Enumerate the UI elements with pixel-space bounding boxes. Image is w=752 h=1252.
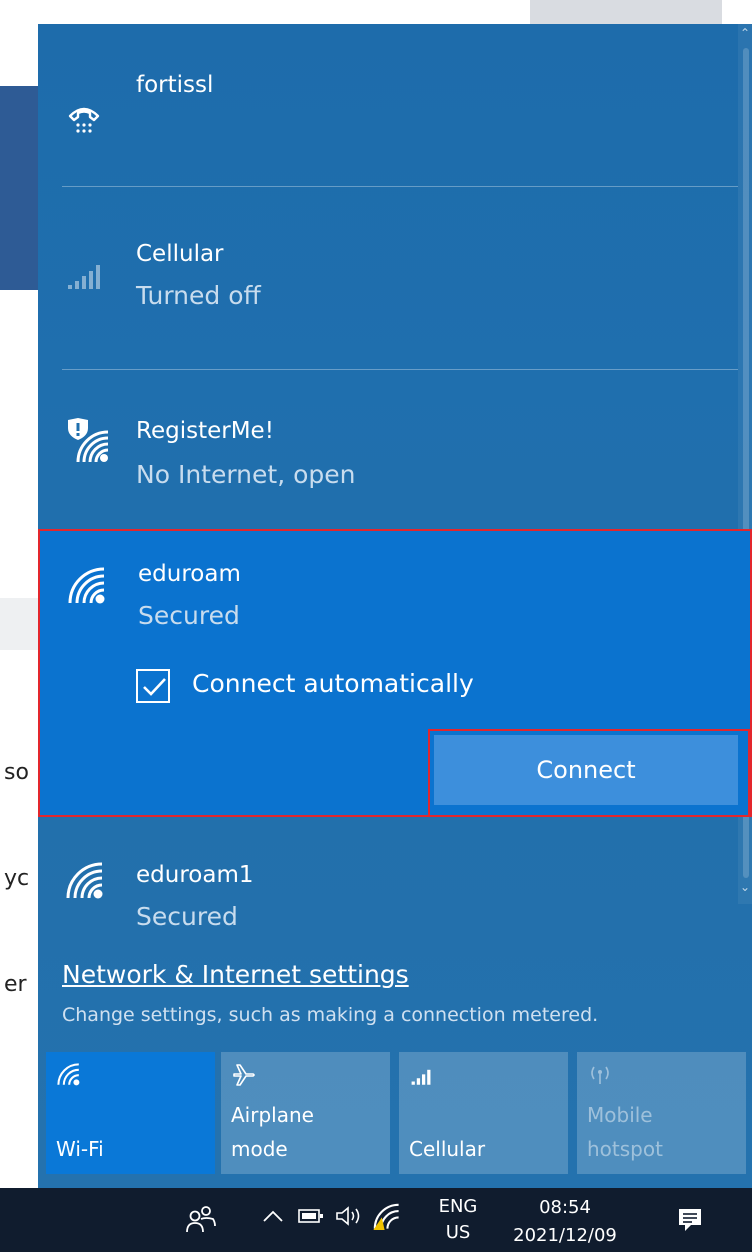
network-status: Secured (136, 902, 238, 931)
scroll-down-icon[interactable]: ⌄ (740, 880, 750, 894)
network-name: fortissl (136, 72, 214, 98)
network-status: No Internet, open (136, 460, 356, 489)
network-name: eduroam1 (136, 862, 254, 888)
network-name: eduroam (138, 561, 241, 587)
hotspot-icon (587, 1062, 613, 1093)
quick-action-label: Mobile hotspot (587, 1103, 663, 1161)
network-status-icon[interactable] (372, 1202, 400, 1234)
checkmark-icon (143, 678, 166, 696)
airplane-icon (231, 1062, 257, 1093)
clock-date: 2021/12/09 (513, 1225, 617, 1246)
wifi-icon (66, 565, 106, 605)
battery-icon[interactable] (298, 1208, 324, 1228)
connect-automatically-checkbox[interactable] (136, 669, 170, 703)
background-text-fragment: so (4, 760, 29, 785)
clock[interactable]: 08:54 2021/12/09 (500, 1194, 630, 1250)
region-label: US (445, 1222, 471, 1243)
background-window-header (530, 0, 722, 24)
quick-action-cellular[interactable]: Cellular (399, 1052, 568, 1174)
action-center-notification-icon[interactable] (676, 1206, 704, 1238)
connect-button[interactable]: Connect (434, 735, 738, 805)
background-window-banner (0, 86, 40, 290)
quick-action-label: Cellular (409, 1137, 486, 1161)
network-item-registerme[interactable]: RegisterMe! No Internet, open (38, 370, 738, 528)
network-internet-settings-link[interactable]: Network & Internet settings (62, 960, 409, 989)
quick-action-airplane-mode[interactable]: Airplane mode (221, 1052, 390, 1174)
wifi-shield-warning-icon (64, 418, 112, 466)
connect-automatically-label[interactable]: Connect automatically (192, 669, 474, 698)
show-hidden-icons-chevron-icon[interactable] (262, 1208, 284, 1227)
scroll-up-icon[interactable]: ⌃ (740, 26, 750, 40)
quick-actions: Wi-Fi Airplane mode Cellular Mobile hots… (46, 1052, 746, 1174)
network-item-fortissl[interactable]: fortissl (38, 24, 738, 186)
background-text-fragment: yc (4, 866, 30, 891)
quick-action-label: Wi-Fi (56, 1137, 104, 1161)
network-item-eduroam1[interactable]: eduroam1 Secured (38, 818, 738, 931)
quick-action-mobile-hotspot[interactable]: Mobile hotspot (577, 1052, 746, 1174)
taskbar: ENG US 08:54 2021/12/09 (0, 1188, 752, 1252)
cellular-signal-icon (64, 257, 104, 297)
network-item-cellular[interactable]: Cellular Turned off (38, 187, 738, 369)
volume-icon[interactable] (334, 1204, 364, 1232)
cellular-signal-icon (409, 1062, 435, 1093)
network-status: Secured (138, 601, 240, 630)
language-label: ENG (438, 1196, 478, 1217)
background-text-fragment: er (4, 972, 27, 997)
network-flyout: ⌃ ⌄ fortissl Cellular Turned off Registe… (38, 24, 752, 1188)
input-language-indicator[interactable]: ENG US (436, 1194, 480, 1246)
network-status: Turned off (136, 281, 261, 310)
wifi-icon (56, 1062, 80, 1091)
people-icon[interactable] (186, 1204, 216, 1238)
quick-action-wifi[interactable]: Wi-Fi (46, 1052, 215, 1174)
quick-action-label: Airplane mode (231, 1103, 314, 1161)
background-window-strip (0, 598, 40, 650)
network-settings-description: Change settings, such as making a connec… (62, 1004, 599, 1026)
network-name: RegisterMe! (136, 418, 274, 444)
network-item-eduroam-selected[interactable]: eduroam Secured Connect automatically Co… (38, 529, 752, 817)
dialup-icon (64, 100, 104, 140)
wifi-icon (64, 860, 104, 900)
clock-time: 08:54 (539, 1197, 591, 1218)
network-name: Cellular (136, 241, 224, 267)
